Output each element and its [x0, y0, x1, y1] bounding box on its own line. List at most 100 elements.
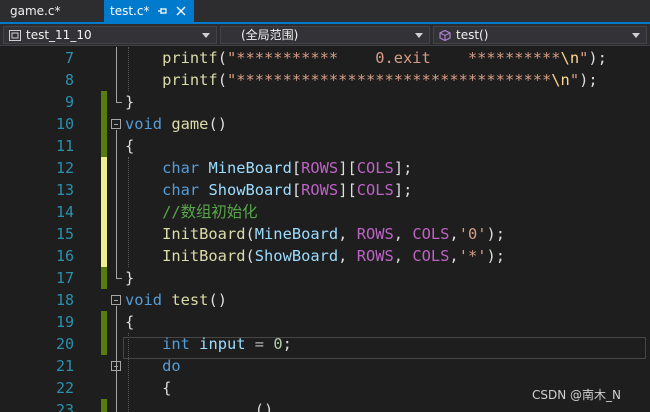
macro: ROWS: [301, 159, 339, 177]
function-icon: [439, 30, 451, 41]
string-literal: ": [569, 71, 580, 89]
punctuation: (: [217, 49, 227, 67]
line-number: 15: [55, 225, 74, 243]
line-number: 7: [64, 49, 74, 67]
punctuation: ,: [449, 225, 459, 243]
code-line-9: }: [125, 91, 134, 113]
macro: COLS: [412, 225, 450, 243]
collapse-toggle[interactable]: [111, 119, 121, 129]
code-line-19: {: [125, 311, 134, 333]
macro: ROWS: [356, 225, 394, 243]
code-line-18: void test(): [125, 289, 227, 311]
punctuation: [: [291, 159, 302, 177]
function-call: printf: [162, 49, 218, 67]
punctuation: (): [208, 115, 227, 133]
punctuation: );: [588, 49, 607, 67]
operator: =: [245, 335, 274, 353]
project-icon: [9, 30, 21, 41]
punctuation: ,: [393, 247, 413, 265]
code-line-8: printf("********************************…: [125, 69, 598, 91]
line-number: 9: [64, 93, 74, 111]
tab-test-c[interactable]: test.c*: [104, 0, 194, 22]
code-editor[interactable]: 7 8 9 10 11 12 13 14 15 16 17 18 19 20 2…: [0, 47, 650, 412]
char-literal: '*': [458, 247, 487, 265]
string-literal: "*********** 0.exit **********: [226, 49, 561, 67]
outline-line: [116, 306, 117, 412]
punctuation: ];: [393, 181, 413, 199]
punctuation: }: [125, 269, 135, 287]
project-dropdown-value: test_11_10: [26, 28, 92, 42]
code-line-14: //数组初始化: [125, 201, 258, 223]
punctuation: ;: [282, 335, 292, 353]
code-line-21: do: [125, 355, 181, 377]
tab-game-c[interactable]: game.c*: [0, 0, 102, 22]
line-number: 12: [55, 159, 74, 177]
code-line-7: printf("*********** 0.exit **********\n"…: [125, 47, 607, 69]
code-line-16: InitBoard(ShowBoard, ROWS, COLS,'*');: [125, 245, 505, 267]
chevron-down-icon: [415, 33, 423, 38]
punctuation: (): [254, 401, 274, 412]
tab-label: test.c*: [110, 4, 150, 18]
function-name: test: [171, 291, 209, 309]
outline-line: [116, 47, 117, 102]
line-number: 17: [55, 269, 74, 287]
escape-sequence: \n: [560, 49, 580, 67]
function-call: InitBoard: [162, 247, 246, 265]
punctuation: (: [245, 247, 255, 265]
keyword: char: [162, 181, 200, 199]
tab-label: game.c*: [10, 4, 61, 18]
string-literal: ": [579, 49, 589, 67]
variable: ShowBoard: [254, 247, 339, 265]
line-number: 13: [55, 181, 74, 199]
unsaved-change-marker: [101, 157, 107, 179]
line-number: 10: [55, 115, 74, 133]
punctuation: ,: [393, 225, 413, 243]
unsaved-change-marker: [101, 245, 107, 267]
outline-line: [116, 130, 117, 278]
keyword: void: [125, 291, 163, 309]
line-number: 19: [55, 313, 74, 331]
collapse-toggle[interactable]: [111, 361, 121, 371]
punctuation: }: [125, 93, 135, 111]
punctuation: (: [217, 71, 227, 89]
unsaved-change-marker: [101, 223, 107, 245]
punctuation: ,: [338, 247, 357, 265]
collapse-toggle[interactable]: [111, 295, 121, 305]
punctuation: );: [486, 247, 506, 265]
keyword: void: [125, 115, 163, 133]
line-number: 22: [55, 379, 74, 397]
watermark: CSDN @南木_N: [532, 388, 622, 402]
line-number: 21: [55, 357, 74, 375]
macro: COLS: [356, 181, 394, 199]
code-line-17: }: [125, 267, 134, 289]
close-icon[interactable]: [175, 5, 187, 17]
keyword: do: [162, 357, 181, 375]
punctuation: ,: [338, 225, 357, 243]
chevron-down-icon: [632, 33, 640, 38]
pin-icon[interactable]: [157, 5, 169, 17]
scope-dropdown[interactable]: (全局范围): [220, 26, 430, 44]
macro: COLS: [356, 159, 394, 177]
function-call: InitBoard: [162, 225, 246, 243]
saved-change-marker: [101, 91, 107, 113]
outline-end: [116, 278, 122, 279]
code-line-10: void game(): [125, 113, 227, 135]
number-literal: 0: [273, 335, 283, 353]
punctuation: ,: [449, 247, 459, 265]
function-name: game: [171, 115, 209, 133]
punctuation: {: [162, 379, 172, 397]
navigation-bar: test_11_10 (全局范围) test(): [0, 24, 650, 46]
document-tab-bar: game.c* test.c*: [0, 0, 650, 24]
punctuation: {: [125, 313, 135, 331]
punctuation: (): [208, 291, 227, 309]
line-number: 11: [55, 137, 74, 155]
unsaved-change-marker: [101, 201, 107, 223]
keyword: char: [162, 159, 200, 177]
comment: //数组初始化: [162, 203, 258, 221]
code-line-11: {: [125, 135, 134, 157]
member-dropdown[interactable]: test(): [433, 26, 647, 44]
macro: ROWS: [356, 247, 394, 265]
punctuation: [: [291, 181, 302, 199]
project-dropdown[interactable]: test_11_10: [3, 26, 217, 44]
macro: ROWS: [301, 181, 339, 199]
